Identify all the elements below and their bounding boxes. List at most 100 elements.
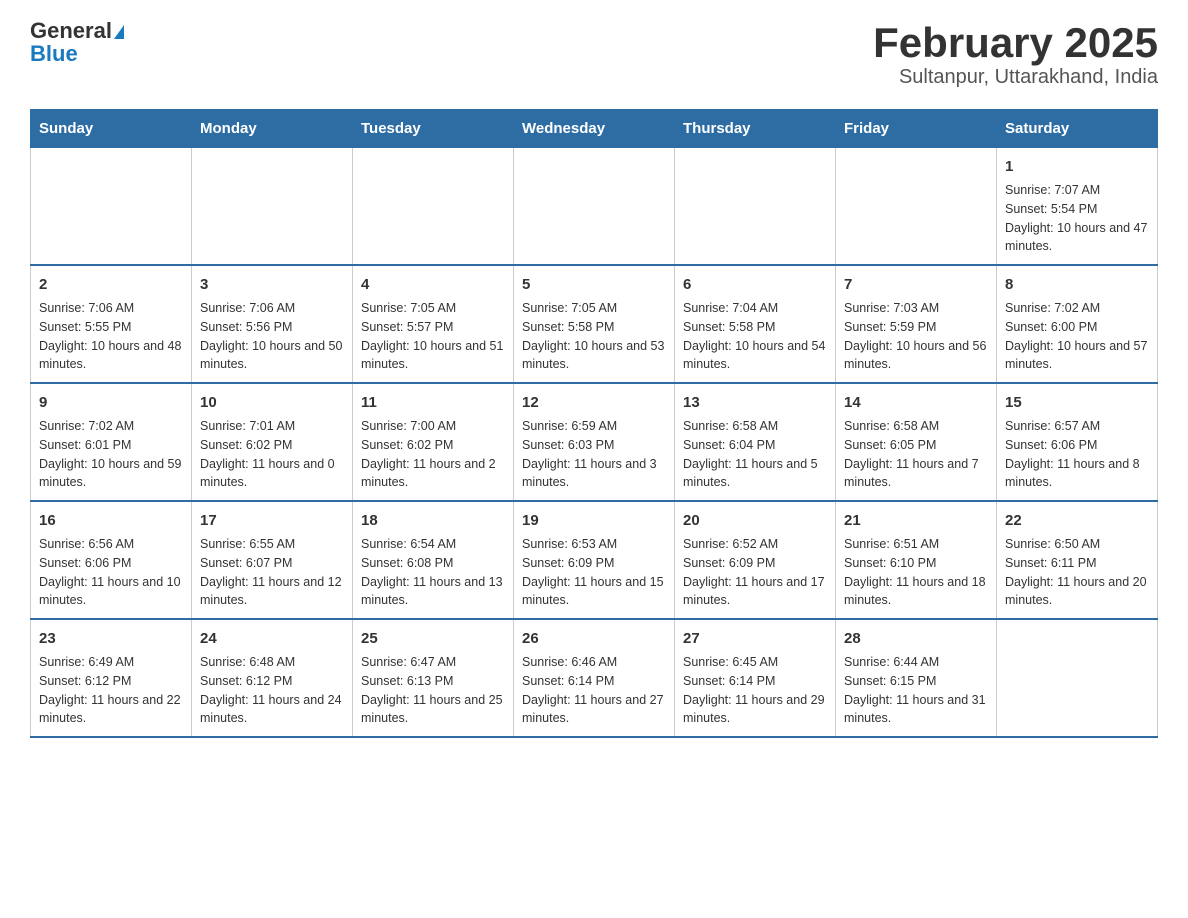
day-of-week-wednesday: Wednesday: [514, 110, 675, 148]
day-number: 19: [522, 510, 666, 531]
calendar-body: 1 Sunrise: 7:07 AMSunset: 5:54 PMDaylight…: [31, 148, 1158, 738]
calendar-cell: [192, 148, 353, 266]
calendar-cell: 9 Sunrise: 7:02 AMSunset: 6:01 PMDaylight…: [31, 383, 192, 501]
calendar-cell: 24 Sunrise: 6:48 AMSunset: 6:12 PMDayligh…: [192, 619, 353, 737]
day-number: 26: [522, 628, 666, 649]
page-header: General Blue February 2025 Sultanpur, Ut…: [30, 20, 1158, 89]
day-number: 5: [522, 274, 666, 295]
day-info: Sunrise: 7:03 AMSunset: 5:59 PMDaylight:…: [844, 299, 988, 374]
calendar-cell: [675, 148, 836, 266]
day-number: 12: [522, 392, 666, 413]
page-subtitle: Sultanpur, Uttarakhand, India: [873, 66, 1158, 89]
day-info: Sunrise: 6:44 AMSunset: 6:15 PMDaylight:…: [844, 653, 988, 728]
calendar-cell: [514, 148, 675, 266]
logo-general-text: General: [30, 18, 112, 43]
calendar-cell: 20Sunrise: 6:52 AMSunset: 6:09 PMDayligh…: [675, 501, 836, 619]
calendar-cell: 5 Sunrise: 7:05 AMSunset: 5:58 PMDaylight…: [514, 265, 675, 383]
day-info: Sunrise: 6:59 AMSunset: 6:03 PMDaylight:…: [522, 417, 666, 492]
day-of-week-saturday: Saturday: [997, 110, 1158, 148]
calendar-cell: 16 Sunrise: 6:56 AMSunset: 6:06 PMDayligh…: [31, 501, 192, 619]
logo: General Blue: [30, 20, 124, 66]
day-number: 2: [39, 274, 183, 295]
calendar-cell: 6 Sunrise: 7:04 AMSunset: 5:58 PMDaylight…: [675, 265, 836, 383]
day-number: 21: [844, 510, 988, 531]
day-of-week-thursday: Thursday: [675, 110, 836, 148]
logo-triangle-icon: [114, 25, 124, 39]
day-number: 20: [683, 510, 827, 531]
calendar-header: SundayMondayTuesdayWednesdayThursdayFrid…: [31, 110, 1158, 148]
day-number: 4: [361, 274, 505, 295]
calendar-week-4: 16 Sunrise: 6:56 AMSunset: 6:06 PMDayligh…: [31, 501, 1158, 619]
day-info: Sunrise: 7:06 AMSunset: 5:55 PMDaylight:…: [39, 299, 183, 374]
calendar-cell: 18 Sunrise: 6:54 AMSunset: 6:08 PMDayligh…: [353, 501, 514, 619]
calendar-cell: 19 Sunrise: 6:53 AMSunset: 6:09 PMDayligh…: [514, 501, 675, 619]
day-number: 1: [1005, 156, 1149, 177]
calendar-cell: 26 Sunrise: 6:46 AMSunset: 6:14 PMDayligh…: [514, 619, 675, 737]
day-info: Sunrise: 7:07 AMSunset: 5:54 PMDaylight:…: [1005, 181, 1149, 256]
day-number: 9: [39, 392, 183, 413]
calendar-cell: 1 Sunrise: 7:07 AMSunset: 5:54 PMDaylight…: [997, 148, 1158, 266]
day-info: Sunrise: 6:57 AMSunset: 6:06 PMDaylight:…: [1005, 417, 1149, 492]
day-info: Sunrise: 6:50 AMSunset: 6:11 PMDaylight:…: [1005, 535, 1149, 610]
title-block: February 2025 Sultanpur, Uttarakhand, In…: [873, 20, 1158, 89]
day-info: Sunrise: 7:00 AMSunset: 6:02 PMDaylight:…: [361, 417, 505, 492]
day-info: Sunrise: 6:58 AMSunset: 6:05 PMDaylight:…: [844, 417, 988, 492]
calendar-cell: 15Sunrise: 6:57 AMSunset: 6:06 PMDayligh…: [997, 383, 1158, 501]
day-number: 25: [361, 628, 505, 649]
day-number: 7: [844, 274, 988, 295]
day-info: Sunrise: 7:02 AMSunset: 6:00 PMDaylight:…: [1005, 299, 1149, 374]
day-number: 27: [683, 628, 827, 649]
day-info: Sunrise: 7:01 AMSunset: 6:02 PMDaylight:…: [200, 417, 344, 492]
day-number: 18: [361, 510, 505, 531]
calendar-week-1: 1 Sunrise: 7:07 AMSunset: 5:54 PMDaylight…: [31, 148, 1158, 266]
day-number: 22: [1005, 510, 1149, 531]
calendar-cell: 17Sunrise: 6:55 AMSunset: 6:07 PMDayligh…: [192, 501, 353, 619]
day-info: Sunrise: 6:51 AMSunset: 6:10 PMDaylight:…: [844, 535, 988, 610]
day-info: Sunrise: 6:46 AMSunset: 6:14 PMDaylight:…: [522, 653, 666, 728]
day-info: Sunrise: 7:06 AMSunset: 5:56 PMDaylight:…: [200, 299, 344, 374]
day-number: 13: [683, 392, 827, 413]
logo-blue-text: Blue: [30, 41, 78, 66]
day-number: 23: [39, 628, 183, 649]
day-number: 16: [39, 510, 183, 531]
day-info: Sunrise: 6:45 AMSunset: 6:14 PMDaylight:…: [683, 653, 827, 728]
calendar-cell: [836, 148, 997, 266]
day-number: 28: [844, 628, 988, 649]
calendar-cell: 23 Sunrise: 6:49 AMSunset: 6:12 PMDayligh…: [31, 619, 192, 737]
day-number: 6: [683, 274, 827, 295]
calendar-cell: 10 Sunrise: 7:01 AMSunset: 6:02 PMDayligh…: [192, 383, 353, 501]
calendar-cell: 28 Sunrise: 6:44 AMSunset: 6:15 PMDayligh…: [836, 619, 997, 737]
calendar-cell: 3 Sunrise: 7:06 AMSunset: 5:56 PMDaylight…: [192, 265, 353, 383]
day-number: 14: [844, 392, 988, 413]
calendar-cell: [353, 148, 514, 266]
calendar-cell: 8Sunrise: 7:02 AMSunset: 6:00 PMDaylight…: [997, 265, 1158, 383]
calendar-cell: 25 Sunrise: 6:47 AMSunset: 6:13 PMDayligh…: [353, 619, 514, 737]
day-info: Sunrise: 6:54 AMSunset: 6:08 PMDaylight:…: [361, 535, 505, 610]
day-number: 24: [200, 628, 344, 649]
day-number: 10: [200, 392, 344, 413]
day-of-week-monday: Monday: [192, 110, 353, 148]
calendar-cell: 4Sunrise: 7:05 AMSunset: 5:57 PMDaylight…: [353, 265, 514, 383]
day-of-week-friday: Friday: [836, 110, 997, 148]
day-info: Sunrise: 6:53 AMSunset: 6:09 PMDaylight:…: [522, 535, 666, 610]
day-info: Sunrise: 7:02 AMSunset: 6:01 PMDaylight:…: [39, 417, 183, 492]
calendar-cell: 11Sunrise: 7:00 AMSunset: 6:02 PMDayligh…: [353, 383, 514, 501]
day-info: Sunrise: 7:05 AMSunset: 5:58 PMDaylight:…: [522, 299, 666, 374]
day-info: Sunrise: 6:48 AMSunset: 6:12 PMDaylight:…: [200, 653, 344, 728]
day-info: Sunrise: 7:04 AMSunset: 5:58 PMDaylight:…: [683, 299, 827, 374]
day-info: Sunrise: 6:49 AMSunset: 6:12 PMDaylight:…: [39, 653, 183, 728]
day-info: Sunrise: 6:56 AMSunset: 6:06 PMDaylight:…: [39, 535, 183, 610]
day-number: 3: [200, 274, 344, 295]
calendar-cell: 22 Sunrise: 6:50 AMSunset: 6:11 PMDayligh…: [997, 501, 1158, 619]
logo-line1: General: [30, 20, 124, 43]
calendar-cell: 14 Sunrise: 6:58 AMSunset: 6:05 PMDayligh…: [836, 383, 997, 501]
calendar-week-2: 2 Sunrise: 7:06 AMSunset: 5:55 PMDaylight…: [31, 265, 1158, 383]
calendar-cell: 7 Sunrise: 7:03 AMSunset: 5:59 PMDaylight…: [836, 265, 997, 383]
calendar-cell: 27 Sunrise: 6:45 AMSunset: 6:14 PMDayligh…: [675, 619, 836, 737]
days-of-week-row: SundayMondayTuesdayWednesdayThursdayFrid…: [31, 110, 1158, 148]
calendar-week-5: 23 Sunrise: 6:49 AMSunset: 6:12 PMDayligh…: [31, 619, 1158, 737]
calendar-table: SundayMondayTuesdayWednesdayThursdayFrid…: [30, 109, 1158, 738]
day-info: Sunrise: 6:47 AMSunset: 6:13 PMDaylight:…: [361, 653, 505, 728]
calendar-cell: [997, 619, 1158, 737]
calendar-cell: 21 Sunrise: 6:51 AMSunset: 6:10 PMDayligh…: [836, 501, 997, 619]
